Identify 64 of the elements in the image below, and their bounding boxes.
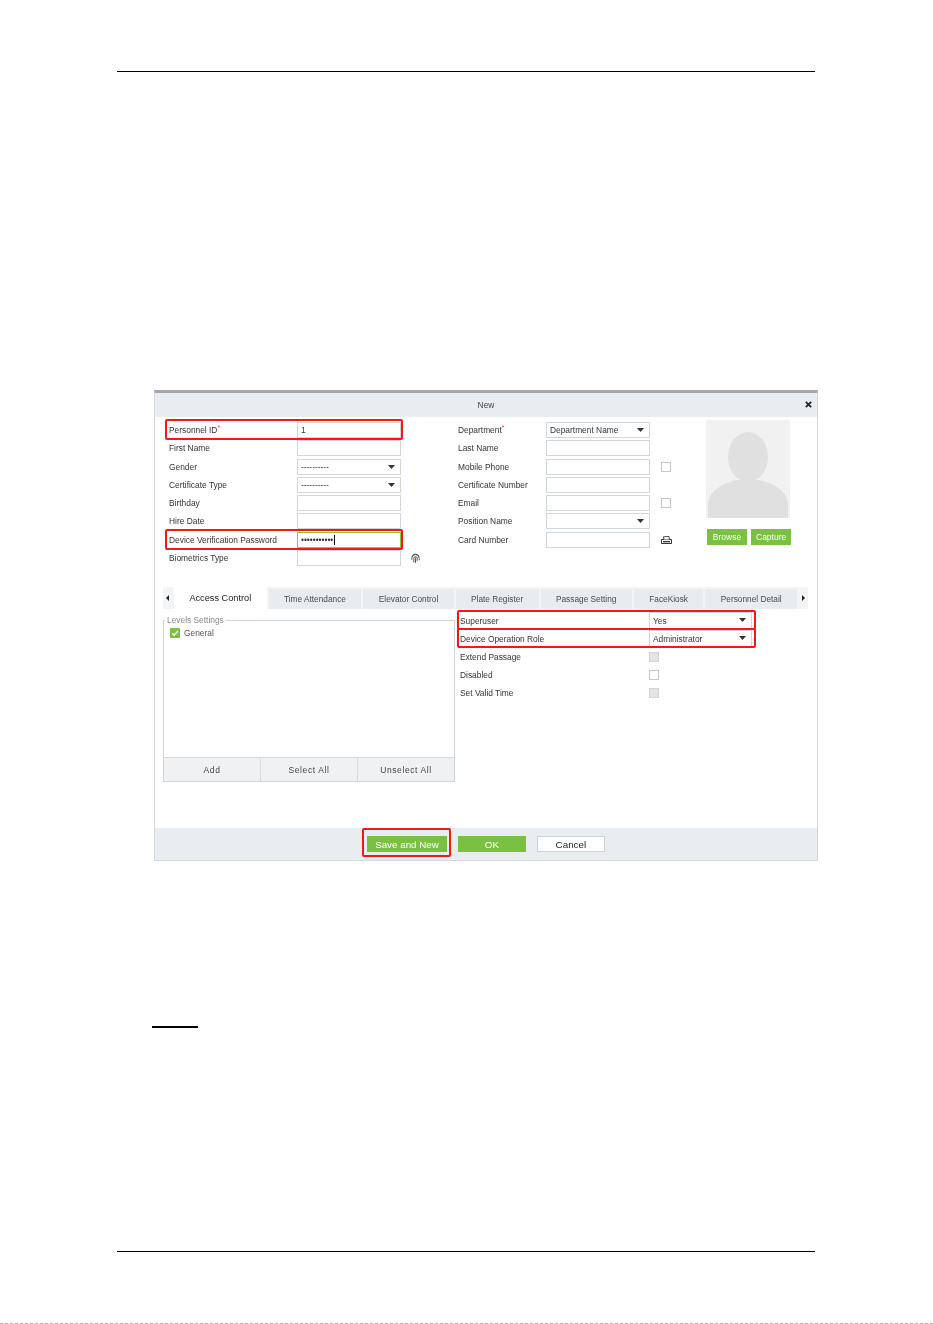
field-label: Biometrics Type [169, 553, 230, 564]
field-label: First Name [169, 443, 211, 454]
tab[interactable]: Plate Register [455, 589, 539, 610]
panel-legend: Levels Settings [165, 615, 226, 626]
text-field[interactable] [297, 495, 401, 512]
checkbox[interactable] [170, 628, 180, 639]
field-label: Position Name [458, 516, 514, 527]
setting-label: Superuser [460, 615, 500, 626]
setting-label: Device Operation Role [460, 633, 546, 644]
setting-label: Disabled [460, 669, 494, 680]
field-label: Certificate Type [169, 479, 229, 490]
tab[interactable]: FaceKiosk [633, 589, 704, 610]
tab[interactable]: Elevator Control [363, 589, 454, 610]
dropdown[interactable]: ---------- [297, 458, 401, 475]
setting-label: Extend Passage [460, 651, 522, 662]
dialog-title: New [477, 400, 495, 410]
text-field[interactable] [297, 440, 401, 457]
close-icon[interactable] [805, 401, 812, 408]
caret-icon [388, 464, 395, 469]
text-field[interactable] [297, 550, 401, 567]
password-field[interactable]: ••••••••••• [297, 531, 401, 548]
caret-icon [637, 428, 644, 432]
right-triangle-icon[interactable] [802, 595, 806, 602]
field-label: Certificate Number [458, 479, 529, 490]
caret-icon [739, 636, 746, 641]
field-label: Email [458, 498, 480, 509]
text-field[interactable]: 1 [297, 422, 401, 438]
text-field[interactable] [546, 531, 650, 548]
field-label: Card Number [458, 534, 510, 545]
text-field[interactable] [546, 476, 650, 493]
field-label: Department$^{*}$ [458, 425, 506, 435]
dialog-button[interactable]: Cancel [536, 836, 605, 852]
checkbox[interactable] [649, 669, 659, 680]
panel-button[interactable]: Select All [260, 758, 357, 782]
panel-button[interactable]: Unselect All [357, 758, 454, 782]
caret-icon [388, 482, 395, 487]
left-triangle-icon[interactable] [166, 595, 169, 602]
field-label: Personnel ID$^{*}$ [169, 425, 222, 435]
field-label: Device Verification Password [169, 534, 278, 545]
text-field[interactable] [546, 495, 650, 512]
text-field[interactable] [546, 440, 650, 457]
tab[interactable]: Passage Setting [540, 589, 632, 610]
fingerprint-icon[interactable] [411, 553, 420, 564]
dropdown[interactable]: Department Name [546, 422, 650, 438]
field-label: Hire Date [169, 516, 206, 527]
card-reader-icon[interactable] [661, 535, 672, 544]
text-field[interactable] [546, 458, 650, 475]
tab[interactable]: Time Attendance [268, 589, 362, 610]
panel-button[interactable]: Add [164, 758, 260, 782]
field-label: Gender [169, 461, 198, 472]
checkbox[interactable] [661, 498, 671, 509]
field-label: Mobile Phone [458, 461, 511, 472]
checkbox[interactable] [661, 461, 671, 472]
field-label: Last Name [458, 443, 500, 454]
caret-icon [637, 519, 644, 524]
caret-icon [739, 618, 746, 623]
tab[interactable]: Access Control [174, 587, 267, 610]
dropdown[interactable]: ---------- [297, 476, 401, 493]
dropdown[interactable] [546, 513, 650, 530]
setting-label: Set Valid Time [460, 687, 515, 698]
tab[interactable]: Personnel Detail [705, 589, 798, 610]
level-label: General [184, 628, 214, 639]
text-field[interactable] [297, 513, 401, 530]
field-label: Birthday [169, 498, 201, 509]
